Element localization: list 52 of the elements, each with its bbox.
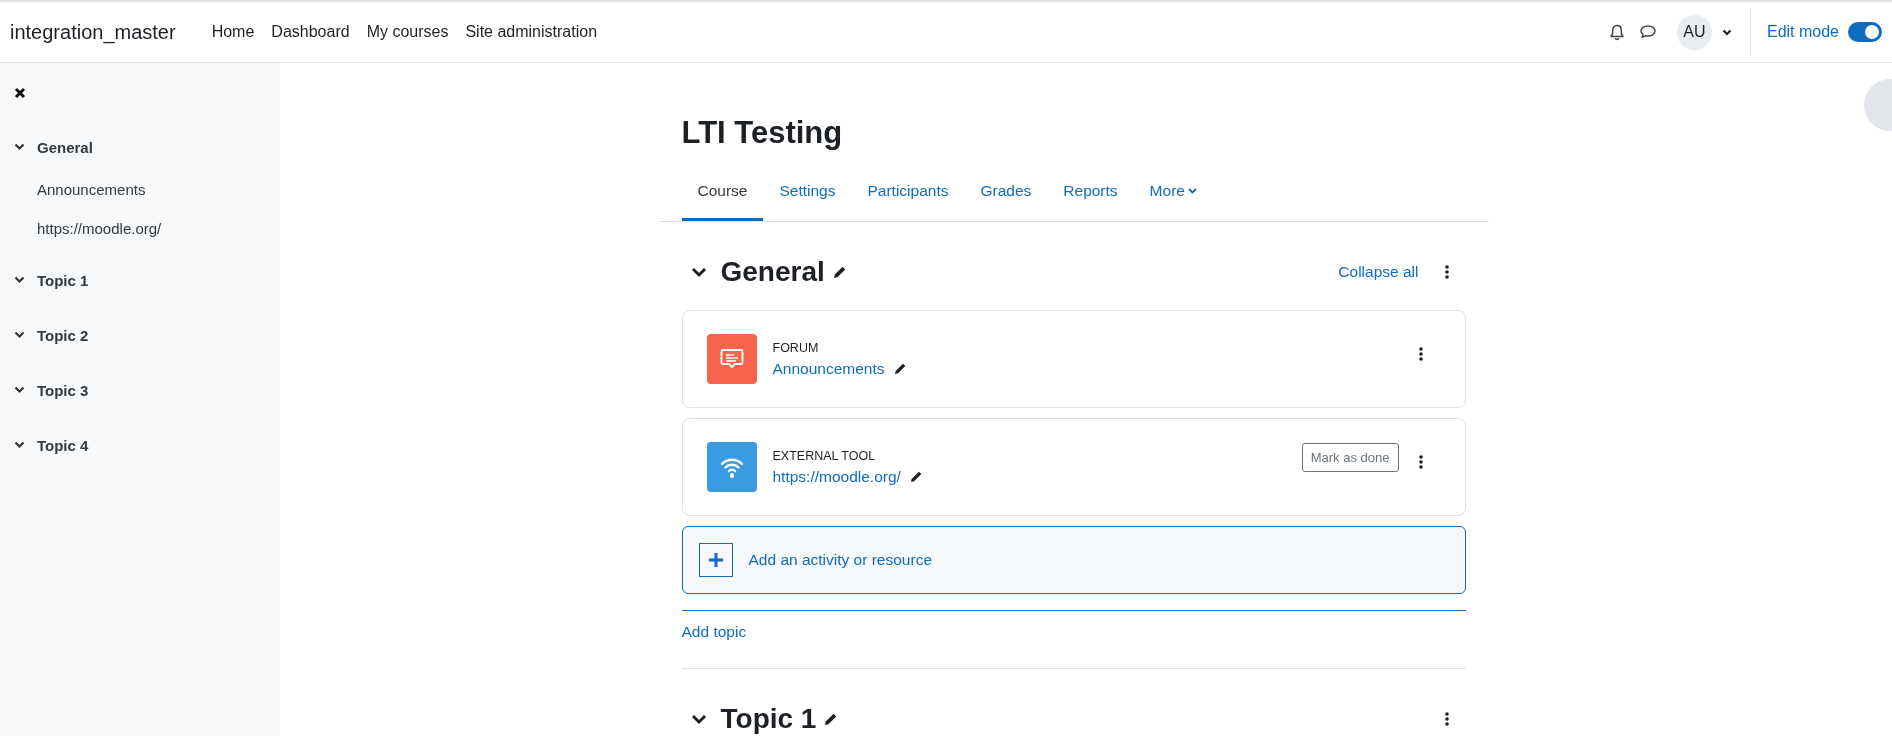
bell-icon[interactable] — [1608, 23, 1625, 41]
course-tab[interactable]: Course — [681, 165, 764, 221]
section-title: Topic 1 — [720, 703, 817, 735]
chevron-icon[interactable] — [14, 276, 25, 284]
activity-link[interactable]: https://moodle.org/ — [37, 220, 280, 237]
section-link[interactable]: Topic 1 — [37, 271, 89, 289]
chevron-icon[interactable] — [14, 441, 25, 449]
course-tab[interactable]: Reports — [1047, 165, 1134, 221]
site-name[interactable]: integration_master — [10, 20, 176, 44]
course-tab[interactable]: More — [1133, 165, 1213, 221]
user-avatar[interactable]: AU — [1676, 14, 1712, 50]
activity-link[interactable]: https://moodle.org/ — [772, 467, 901, 486]
section-link[interactable]: Topic 3 — [37, 381, 89, 399]
activity-link[interactable]: Announcements — [37, 181, 280, 198]
edit-mode-label[interactable]: Edit mode — [1766, 23, 1839, 41]
add-activity-button[interactable]: Add an activity or resource — [681, 526, 1466, 594]
collapse-all-link[interactable]: Collapse all — [1338, 263, 1419, 281]
chat-bubble-icon[interactable] — [1638, 24, 1657, 40]
pencil-icon[interactable] — [832, 265, 847, 279]
chevron-icon[interactable] — [14, 386, 25, 394]
add-topic-link[interactable]: Add topic — [681, 623, 1466, 641]
activity-type: FORUM — [772, 340, 820, 355]
course-tab[interactable]: Settings — [763, 165, 852, 221]
caret-icon[interactable] — [1721, 28, 1732, 36]
edit-mode-toggle[interactable] — [1848, 22, 1882, 42]
chevron-icon[interactable] — [690, 713, 707, 725]
course-title: LTI Testing — [681, 115, 844, 151]
pencil-icon[interactable] — [824, 712, 839, 726]
chevron-icon[interactable] — [690, 266, 707, 278]
nav-link[interactable]: Site administration — [465, 23, 598, 41]
more-options-icon[interactable] — [1418, 455, 1423, 469]
plus-icon — [698, 543, 733, 577]
close-icon[interactable] — [14, 87, 26, 99]
chevron-icon[interactable] — [14, 143, 25, 151]
mark-as-done-button[interactable]: Mark as done — [1301, 443, 1399, 472]
more-options-icon[interactable] — [1444, 265, 1449, 279]
course-tab[interactable]: Participants — [851, 165, 965, 221]
nav-link[interactable]: My courses — [366, 23, 449, 41]
pencil-icon[interactable] — [893, 362, 907, 375]
course-tab[interactable]: Grades — [964, 165, 1048, 221]
nav-link[interactable]: Home — [211, 23, 255, 41]
chevron-icon[interactable] — [14, 331, 25, 339]
activity-link[interactable]: Announcements — [772, 359, 885, 378]
more-options-icon[interactable] — [1418, 347, 1423, 361]
nav-link[interactable]: Dashboard — [271, 23, 350, 41]
more-options-icon[interactable] — [1444, 712, 1449, 726]
activity-type: EXTERNAL TOOL — [772, 448, 877, 463]
pencil-icon[interactable] — [909, 470, 923, 483]
section-link[interactable]: Topic 2 — [37, 326, 89, 344]
section-link[interactable]: General — [37, 138, 93, 156]
section-link[interactable]: Topic 4 — [37, 436, 89, 454]
section-title: General — [720, 256, 825, 288]
